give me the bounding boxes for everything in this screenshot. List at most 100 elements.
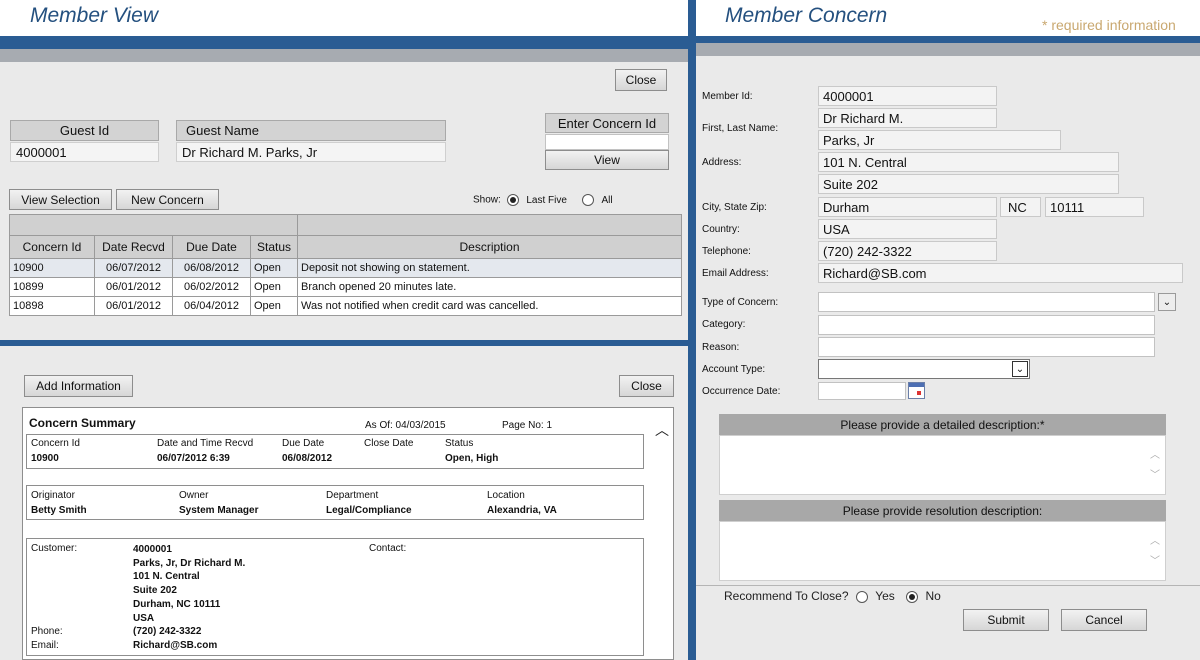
customer-line: 4000001 bbox=[133, 544, 172, 555]
address-line1-field[interactable]: 101 N. Central bbox=[818, 152, 1119, 172]
table-row[interactable]: 10900 06/07/2012 06/08/2012 Open Deposit… bbox=[9, 258, 682, 278]
col-status[interactable]: Status bbox=[250, 235, 298, 259]
new-concern-button[interactable]: New Concern bbox=[116, 189, 219, 210]
owner-value: System Manager bbox=[179, 505, 259, 516]
view-button[interactable]: View bbox=[545, 150, 669, 170]
due-date-label: Due Date bbox=[282, 438, 325, 449]
summary-close-button[interactable]: Close bbox=[619, 375, 674, 397]
email-value: Richard@SB.com bbox=[133, 640, 218, 651]
no-radio[interactable] bbox=[906, 590, 919, 603]
status-value: Open, High bbox=[445, 453, 499, 464]
col-description[interactable]: Description bbox=[297, 235, 682, 259]
account-type-chevron-icon[interactable]: ⌄ bbox=[1012, 361, 1028, 377]
originator-label: Originator bbox=[31, 490, 75, 501]
type-of-concern-select[interactable] bbox=[818, 292, 1155, 312]
last-five-label: Last Five bbox=[526, 194, 567, 206]
concern-id-label: Concern Id bbox=[31, 438, 80, 449]
col-due-date[interactable]: Due Date bbox=[172, 235, 251, 259]
view-selection-button[interactable]: View Selection bbox=[9, 189, 112, 210]
calendar-icon[interactable] bbox=[908, 382, 925, 399]
status-label: Status bbox=[445, 438, 474, 449]
location-value: Alexandria, VA bbox=[487, 505, 557, 516]
guest-name-header: Guest Name bbox=[176, 120, 446, 141]
col-concern-id[interactable]: Concern Id bbox=[9, 235, 95, 259]
member-id-field[interactable]: 4000001 bbox=[818, 86, 997, 106]
customer-line: Suite 202 bbox=[133, 585, 177, 597]
reason-label: Reason: bbox=[702, 342, 740, 353]
city-field[interactable]: Durham bbox=[818, 197, 997, 217]
customer-label: Customer: bbox=[31, 543, 78, 554]
cancel-button[interactable]: Cancel bbox=[1061, 609, 1147, 631]
concern-id-value: 10900 bbox=[31, 453, 59, 464]
category-label: Category: bbox=[702, 319, 746, 330]
email-address-field[interactable]: Richard@SB.com bbox=[818, 263, 1183, 283]
yes-label: Yes bbox=[875, 589, 895, 603]
close-date-label: Close Date bbox=[364, 438, 414, 449]
member-view-blue-bar bbox=[0, 36, 688, 49]
first-name-field[interactable]: Dr Richard M. bbox=[818, 108, 997, 128]
last-five-radio[interactable] bbox=[506, 194, 519, 206]
country-label: Country: bbox=[702, 224, 740, 235]
occurrence-date-label: Occurrence Date: bbox=[702, 386, 781, 397]
member-concern-title: Member Concern bbox=[725, 4, 888, 27]
email-address-label: Email Address: bbox=[702, 268, 769, 279]
date-recvd-value: 06/07/2012 6:39 bbox=[157, 453, 230, 464]
customer-line: Parks, Jr, Dr Richard M. bbox=[133, 557, 246, 569]
guest-id-value: 4000001 bbox=[10, 142, 159, 162]
category-input[interactable] bbox=[818, 315, 1155, 335]
col-date-recvd[interactable]: Date Recvd bbox=[94, 235, 173, 259]
scroll-arrows-icon[interactable]: ︿ ﹀ bbox=[1150, 532, 1160, 572]
location-label: Location bbox=[487, 490, 525, 501]
yes-radio[interactable] bbox=[855, 590, 868, 603]
telephone-field[interactable]: (720) 242-3322 bbox=[818, 241, 997, 261]
city-state-zip-label: City, State Zip: bbox=[702, 202, 767, 213]
concern-table-wrap: Concern Id Date Recvd Due Date Status De… bbox=[9, 214, 682, 316]
telephone-label: Telephone: bbox=[702, 246, 751, 257]
close-button[interactable]: Close bbox=[615, 69, 667, 91]
customer-line: USA bbox=[133, 612, 155, 624]
chevron-down-icon[interactable]: ⌄ bbox=[1158, 293, 1176, 311]
phone-value: (720) 242-3322 bbox=[133, 626, 202, 637]
email-label: Email: bbox=[31, 640, 59, 651]
scroll-up-icon[interactable]: ︿ bbox=[655, 420, 669, 440]
country-field[interactable]: USA bbox=[818, 219, 997, 239]
occurrence-date-input[interactable] bbox=[818, 382, 906, 400]
member-concern-blue-bar bbox=[696, 36, 1200, 43]
department-value: Legal/Compliance bbox=[326, 505, 412, 516]
contact-label: Contact: bbox=[369, 543, 407, 554]
table-header-row: Concern Id Date Recvd Due Date Status De… bbox=[9, 235, 682, 259]
member-view-title: Member View bbox=[30, 4, 158, 27]
originator-value: Betty Smith bbox=[31, 505, 87, 516]
all-radio[interactable] bbox=[581, 194, 594, 206]
account-type-select[interactable] bbox=[818, 359, 1030, 379]
all-label: All bbox=[601, 194, 613, 206]
due-date-value: 06/08/2012 bbox=[282, 453, 333, 464]
address-line2-field[interactable]: Suite 202 bbox=[818, 174, 1119, 194]
state-field[interactable]: NC bbox=[1000, 197, 1041, 217]
summary-title: Concern Summary bbox=[29, 416, 136, 430]
department-label: Department bbox=[326, 490, 379, 501]
guest-name-value: Dr Richard M. Parks, Jr bbox=[176, 142, 446, 162]
detail-description-textarea[interactable] bbox=[719, 435, 1166, 495]
show-label: Show: bbox=[473, 194, 501, 206]
enter-concern-id-label: Enter Concern Id bbox=[545, 113, 669, 133]
required-note: * required information bbox=[1042, 17, 1176, 33]
scroll-arrows-icon[interactable]: ︿ ﹀ bbox=[1150, 446, 1160, 486]
submit-button[interactable]: Submit bbox=[963, 609, 1049, 631]
last-name-field[interactable]: Parks, Jr bbox=[818, 130, 1061, 150]
customer-block: 4000001 Parks, Jr, Dr Richard M. 101 N. … bbox=[133, 543, 245, 625]
resolution-description-textarea[interactable] bbox=[719, 521, 1166, 581]
owner-label: Owner bbox=[179, 490, 209, 501]
table-row[interactable]: 10899 06/01/2012 06/02/2012 Open Branch … bbox=[9, 277, 682, 297]
zip-field[interactable]: 10111 bbox=[1045, 197, 1144, 217]
customer-line: 101 N. Central bbox=[133, 571, 200, 583]
add-information-button[interactable]: Add Information bbox=[24, 375, 133, 397]
concern-id-input[interactable] bbox=[545, 134, 669, 150]
resolution-description-header: Please provide resolution description: bbox=[719, 500, 1166, 521]
table-row[interactable]: 10898 06/01/2012 06/04/2012 Open Was not… bbox=[9, 296, 682, 316]
phone-label: Phone: bbox=[31, 626, 63, 637]
recommend-close-label: Recommend To Close? bbox=[724, 589, 849, 603]
address-label: Address: bbox=[702, 157, 742, 168]
reason-input[interactable] bbox=[818, 337, 1155, 357]
no-label: No bbox=[925, 589, 941, 603]
